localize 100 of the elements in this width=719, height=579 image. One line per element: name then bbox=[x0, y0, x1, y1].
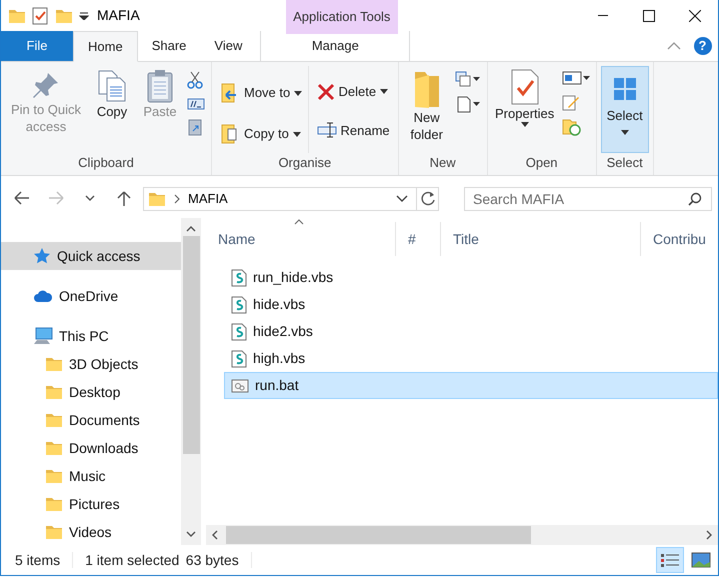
folder-icon bbox=[148, 190, 166, 208]
file-name[interactable]: run_hide.vbs bbox=[253, 267, 334, 288]
close-icon[interactable] bbox=[689, 10, 701, 22]
file-row[interactable]: hide.vbs bbox=[224, 291, 718, 318]
window-title: MAFIA bbox=[97, 6, 140, 25]
nav-item[interactable]: Documents bbox=[1, 406, 181, 434]
ribbon-tab[interactable]: File bbox=[1, 31, 73, 61]
script-file-icon bbox=[231, 296, 247, 314]
scroll-up-icon[interactable] bbox=[186, 226, 196, 232]
column-header[interactable]: Title bbox=[441, 222, 641, 256]
delete-button[interactable]: Delete bbox=[312, 79, 394, 104]
new-folder-button[interactable]: New folder bbox=[402, 66, 451, 153]
folder-icon bbox=[45, 467, 63, 485]
paste-shortcut-icon[interactable] bbox=[187, 118, 203, 136]
group-label: Select bbox=[606, 154, 643, 172]
properties-icon bbox=[508, 69, 541, 105]
collapse-icon[interactable] bbox=[666, 42, 680, 50]
file-row[interactable]: run_hide.vbs bbox=[224, 264, 718, 291]
group-label: New bbox=[430, 154, 456, 172]
script-file-icon bbox=[231, 322, 247, 340]
path-segment[interactable]: MAFIA bbox=[188, 189, 388, 209]
copy-button[interactable]: Copy bbox=[89, 66, 135, 153]
vertical-scrollbar[interactable] bbox=[181, 218, 201, 545]
folder-icon bbox=[45, 411, 63, 429]
nav-item[interactable]: Desktop bbox=[1, 378, 181, 406]
script-file-icon bbox=[231, 350, 247, 368]
select-button[interactable]: Select bbox=[600, 66, 649, 153]
cloud-icon bbox=[33, 289, 53, 303]
folder-icon bbox=[45, 523, 63, 541]
horizontal-scrollbar[interactable] bbox=[206, 525, 718, 545]
item-count: 5 items bbox=[15, 550, 60, 570]
column-header[interactable]: Contribu bbox=[641, 222, 711, 256]
scroll-left-icon[interactable] bbox=[212, 530, 218, 540]
group-label: Clipboard bbox=[78, 154, 134, 172]
nav-item[interactable]: Quick access bbox=[1, 242, 181, 270]
file-name[interactable]: hide.vbs bbox=[253, 294, 306, 315]
file-name[interactable]: hide2.vbs bbox=[253, 321, 313, 342]
star-icon bbox=[33, 247, 51, 265]
chevron-down-icon[interactable] bbox=[396, 195, 408, 203]
details-view-button[interactable] bbox=[656, 547, 684, 573]
nav-item[interactable]: This PC bbox=[1, 322, 181, 350]
ribbon-tab[interactable]: Home bbox=[73, 31, 138, 62]
maximize-icon[interactable] bbox=[643, 10, 655, 22]
checklist-icon[interactable] bbox=[32, 6, 48, 24]
nav-item[interactable]: Downloads bbox=[1, 434, 181, 462]
file-name[interactable]: high.vbs bbox=[253, 348, 306, 369]
caret-icon[interactable] bbox=[79, 12, 89, 20]
move-to-button[interactable]: Move to bbox=[216, 79, 306, 107]
scrollbar-thumb[interactable] bbox=[182, 236, 200, 454]
group-label: Organise bbox=[278, 154, 332, 172]
scissors-icon[interactable] bbox=[187, 71, 203, 90]
ribbon-tab[interactable]: View bbox=[200, 31, 256, 61]
group-label: Open bbox=[526, 154, 558, 172]
column-header[interactable]: Name bbox=[206, 222, 396, 256]
gear-file-icon bbox=[231, 378, 249, 394]
computer-icon bbox=[33, 327, 53, 345]
help-button[interactable]: ? bbox=[694, 37, 712, 55]
rename-icon bbox=[316, 121, 336, 140]
selection-count: 1 item selected bbox=[85, 550, 180, 570]
copy-icon bbox=[96, 69, 128, 103]
folder-icon bbox=[45, 439, 63, 457]
nav-item[interactable]: Pictures bbox=[1, 490, 181, 518]
scrollbar-thumb[interactable] bbox=[226, 526, 531, 544]
details-view-icon bbox=[660, 552, 680, 568]
refresh-icon[interactable] bbox=[420, 191, 436, 207]
history-icon[interactable] bbox=[562, 118, 582, 136]
large-icons-view-icon bbox=[690, 552, 711, 568]
rename-button[interactable]: Rename bbox=[312, 118, 394, 143]
file-name[interactable]: run.bat bbox=[255, 375, 299, 396]
selection-size: 63 bytes bbox=[186, 550, 239, 570]
nav-item[interactable]: 3D Objects bbox=[1, 350, 181, 378]
up-arrow-icon[interactable] bbox=[115, 190, 133, 208]
properties-button[interactable]: Properties bbox=[492, 66, 558, 153]
search-field[interactable]: Search MAFIA bbox=[464, 187, 712, 211]
ribbon-tab[interactable]: Manage bbox=[260, 31, 410, 61]
edit-pencil-icon[interactable] bbox=[562, 92, 580, 110]
file-row[interactable]: run.bat bbox=[224, 372, 718, 399]
nav-item[interactable]: OneDrive bbox=[1, 282, 181, 310]
column-header[interactable]: # bbox=[396, 222, 441, 256]
folder-icon bbox=[45, 355, 63, 373]
copy-to-button[interactable]: Copy to bbox=[216, 120, 306, 148]
nav-item[interactable]: Music bbox=[1, 462, 181, 490]
folder-icon bbox=[45, 383, 63, 401]
scroll-right-icon[interactable] bbox=[706, 530, 712, 540]
copy-path-icon[interactable] bbox=[187, 96, 205, 110]
chevron-right-icon bbox=[174, 194, 180, 204]
search-icon bbox=[688, 192, 702, 206]
file-row[interactable]: high.vbs bbox=[224, 345, 718, 372]
file-row[interactable]: hide2.vbs bbox=[224, 318, 718, 345]
nav-item[interactable]: Videos bbox=[1, 518, 181, 546]
script-file-icon bbox=[231, 268, 247, 286]
new-item-icon[interactable] bbox=[454, 71, 481, 88]
clipboard-icon bbox=[145, 69, 175, 103]
ribbon-tab[interactable]: Share bbox=[138, 31, 200, 61]
easy-access-icon[interactable] bbox=[454, 94, 481, 112]
delete-x-icon bbox=[316, 82, 334, 101]
address-field[interactable]: MAFIA bbox=[143, 187, 439, 211]
open-window-icon[interactable] bbox=[562, 71, 590, 86]
select-all-icon bbox=[612, 77, 637, 101]
scroll-down-icon[interactable] bbox=[186, 531, 196, 537]
